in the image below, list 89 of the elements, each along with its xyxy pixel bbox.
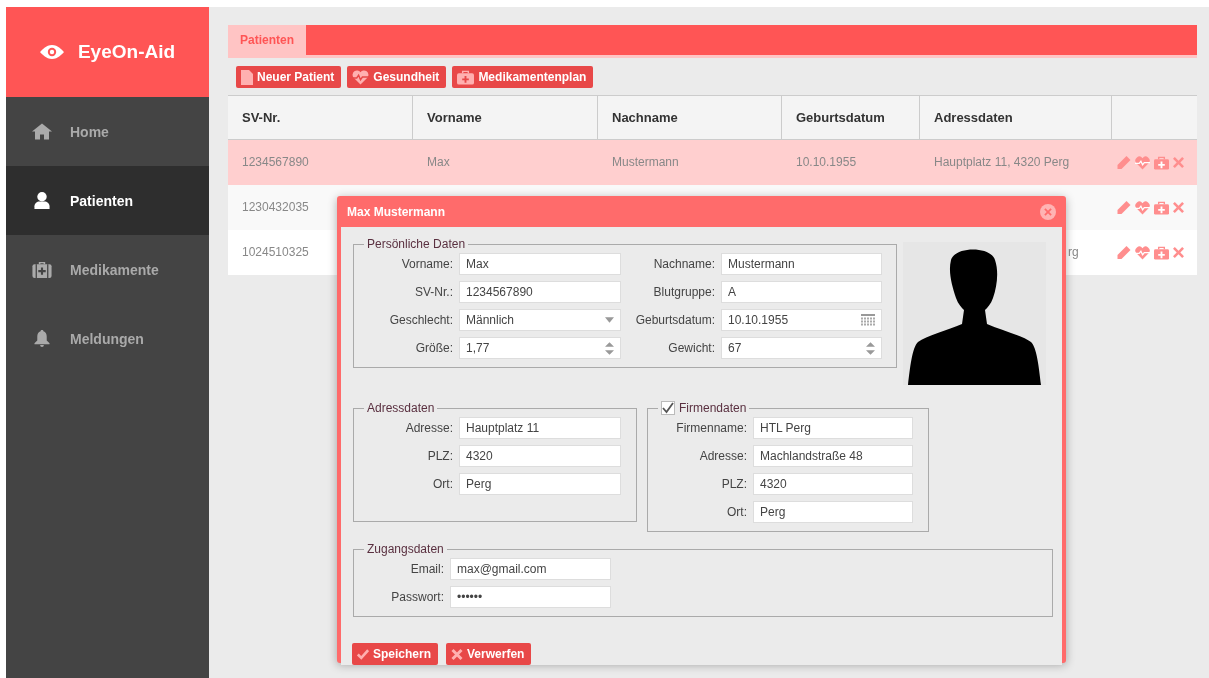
text-field[interactable]: Perg xyxy=(753,501,913,523)
field-label: Geschlecht: xyxy=(388,313,454,327)
text-field[interactable]: A xyxy=(721,281,882,303)
text-field[interactable]: 1234567890 xyxy=(459,281,621,303)
field-label: Nachname: xyxy=(652,257,716,271)
bell-icon xyxy=(32,330,52,347)
cross-icon xyxy=(451,646,464,662)
column-header: SV-Nr. xyxy=(228,96,413,139)
text-field[interactable]: Machlandstraße 48 xyxy=(753,445,913,467)
text-field[interactable]: Perg xyxy=(459,473,621,495)
pencil-icon[interactable] xyxy=(1116,155,1131,170)
field-label: Gewicht: xyxy=(667,341,716,355)
group-legend: Adressdaten xyxy=(364,401,438,415)
toolbar-button[interactable]: Neuer Patient xyxy=(236,66,342,88)
spinner-arrows-icon xyxy=(866,341,875,355)
text-field[interactable]: max@gmail.com xyxy=(450,558,611,580)
field-label: Blutgruppe: xyxy=(652,285,716,299)
group-legend: Persönliche Daten xyxy=(364,237,469,251)
medkit-icon[interactable] xyxy=(1154,200,1169,215)
calendar-icon xyxy=(861,314,875,326)
dropdown-arrow-icon xyxy=(605,317,614,323)
medkit-icon xyxy=(457,69,475,85)
home-icon xyxy=(32,123,52,140)
save-button[interactable]: Speichern xyxy=(352,643,439,665)
number-field[interactable]: 67 xyxy=(721,337,882,359)
discard-button[interactable]: Verwerfen xyxy=(446,643,532,665)
medkit-icon xyxy=(32,261,52,278)
table-cell: 10.10.1955 xyxy=(796,155,857,169)
table-cell: Mustermann xyxy=(612,155,679,169)
field-label: Vorname: xyxy=(400,257,454,271)
table-cell: 1230432035 xyxy=(242,200,309,214)
field-label: Adresse: xyxy=(698,449,748,463)
dialog-title: Max Mustermann xyxy=(347,204,446,219)
field-label: Passwort: xyxy=(390,590,445,604)
sidebar-item[interactable]: Home xyxy=(6,97,209,166)
sidebar-item[interactable]: Patienten xyxy=(6,166,209,235)
text-field[interactable]: HTL Perg xyxy=(753,417,913,439)
file-icon xyxy=(241,69,253,85)
pencil-icon[interactable] xyxy=(1116,200,1131,215)
table-cell: 1024510325 xyxy=(242,245,309,259)
table-cell: Max xyxy=(427,155,450,169)
table-cell: 1234567890 xyxy=(242,155,309,169)
table-cell: rg xyxy=(1068,245,1079,259)
delete-icon[interactable] xyxy=(1173,247,1184,258)
heartbeat-icon[interactable] xyxy=(1135,155,1150,170)
eye-icon xyxy=(39,45,64,59)
group-legend: Firmendaten xyxy=(679,401,747,415)
pencil-icon[interactable] xyxy=(1116,245,1131,260)
text-field[interactable]: Max xyxy=(459,253,621,275)
medkit-icon[interactable] xyxy=(1154,155,1169,170)
sidebar-item[interactable]: Medikamente xyxy=(6,235,209,304)
field-label: Ort: xyxy=(432,477,454,491)
heartbeat-icon xyxy=(352,69,370,85)
checkbox[interactable] xyxy=(661,401,675,415)
field-label: PLZ: xyxy=(426,449,454,463)
table-cell: Hauptplatz 11, 4320 Perg xyxy=(934,155,1070,169)
field-label: Geburtsdatum: xyxy=(634,313,716,327)
sidebar-item[interactable]: Meldungen xyxy=(6,304,209,373)
dropdown-field[interactable]: Männlich xyxy=(459,309,621,331)
field-label: SV-Nr.: xyxy=(414,285,454,299)
close-icon[interactable] xyxy=(1040,203,1056,220)
spinner-arrows-icon xyxy=(605,341,614,355)
brand-name: EyeOn-Aid xyxy=(77,41,176,63)
group-legend: Zugangsdaten xyxy=(364,542,447,556)
delete-icon[interactable] xyxy=(1173,202,1184,213)
text-field[interactable]: 4320 xyxy=(753,473,913,495)
date-field[interactable]: 10.10.1955 xyxy=(721,309,882,331)
text-field[interactable]: Hauptplatz 11 xyxy=(459,417,621,439)
text-field[interactable]: Mustermann xyxy=(721,253,882,275)
column-header: Adressdaten xyxy=(920,96,1112,139)
field-label: PLZ: xyxy=(720,477,748,491)
column-header: Geburtsdatum xyxy=(782,96,920,139)
toolbar-button[interactable]: Gesundheit xyxy=(347,66,447,88)
text-field[interactable]: •••••• xyxy=(450,586,611,608)
toolbar-button[interactable]: Medikamentenplan xyxy=(452,66,594,88)
heartbeat-icon[interactable] xyxy=(1135,245,1150,260)
text-field[interactable]: 4320 xyxy=(459,445,621,467)
column-header: Nachname xyxy=(598,96,782,139)
delete-icon[interactable] xyxy=(1173,157,1184,168)
heartbeat-icon[interactable] xyxy=(1135,200,1150,215)
field-label: Größe: xyxy=(414,341,454,355)
user-icon xyxy=(32,192,52,209)
field-label: Ort: xyxy=(726,505,748,519)
medkit-icon[interactable] xyxy=(1154,245,1169,260)
field-label: Firmenname: xyxy=(675,421,748,435)
field-label: Email: xyxy=(409,562,445,576)
field-label: Adresse: xyxy=(404,421,454,435)
number-field[interactable]: 1,77 xyxy=(459,337,621,359)
column-header: Vorname xyxy=(413,96,598,139)
